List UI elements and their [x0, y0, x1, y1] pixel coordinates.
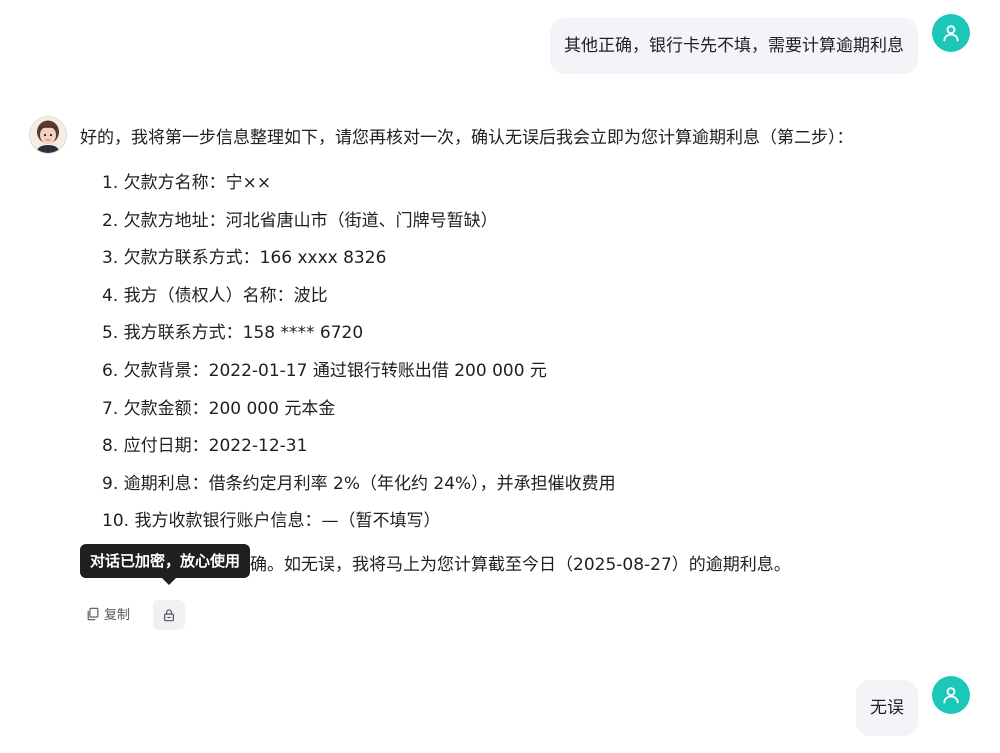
lock-icon	[164, 609, 174, 622]
user-avatar[interactable]	[932, 676, 970, 714]
user-message-row: 无误	[856, 676, 970, 736]
list-item: 8. 应付日期：2022-12-31	[102, 436, 308, 457]
assistant-intro-text: 好的，我将第一步信息整理如下，请您再核对一次，确认无误后我会立即为您计算逾期利息…	[80, 128, 854, 148]
list-item: 5. 我方联系方式：158 **** 6720	[102, 323, 364, 344]
copy-button[interactable]: 复制	[86, 604, 130, 623]
encryption-tooltip: 对话已加密，放心使用	[80, 544, 251, 585]
list-item: 7. 欠款金额：200 000 元本金	[102, 398, 336, 419]
copy-icon	[87, 607, 99, 620]
user-message-bubble: 无误	[856, 680, 918, 736]
assistant-avatar	[29, 116, 67, 154]
list-item: 1. 欠款方名称：宁××	[102, 173, 272, 193]
list-item: 4. 我方（债权人）名称：波比	[102, 285, 328, 306]
user-icon	[943, 25, 959, 42]
user-message-bubble: 其他正确，银行卡先不填，需要计算逾期利息	[550, 18, 918, 74]
assistant-info-list: 1. 欠款方名称：宁×× 2. 欠款方地址：河北省唐山市（街道、门牌号暂缺） 3…	[102, 171, 616, 547]
lock-button[interactable]	[153, 600, 185, 630]
user-icon	[943, 687, 959, 704]
user-avatar[interactable]	[932, 14, 970, 52]
list-item: 2. 欠款方地址：河北省唐山市（街道、门牌号暂缺）	[102, 210, 498, 231]
user-message-row: 其他正确，银行卡先不填，需要计算逾期利息	[550, 14, 970, 74]
list-item: 9. 逾期利息：借条约定月利率 2%（年化约 24%），并承担催收费用	[102, 473, 616, 494]
list-item: 10. 我方收款银行账户信息：—（暂不填写）	[102, 511, 441, 532]
chat-page: 其他正确，银行卡先不填，需要计算逾期利息 好的，我将第一步信息整理如下，请您再核…	[0, 0, 1000, 753]
assistant-avatar-icon	[30, 117, 66, 153]
list-item: 3. 欠款方联系方式：166 xxxx 8326	[102, 248, 387, 269]
copy-label: 复制	[104, 608, 131, 623]
list-item: 6. 欠款背景：2022-01-17 通过银行转账出借 200 000 元	[102, 360, 547, 381]
